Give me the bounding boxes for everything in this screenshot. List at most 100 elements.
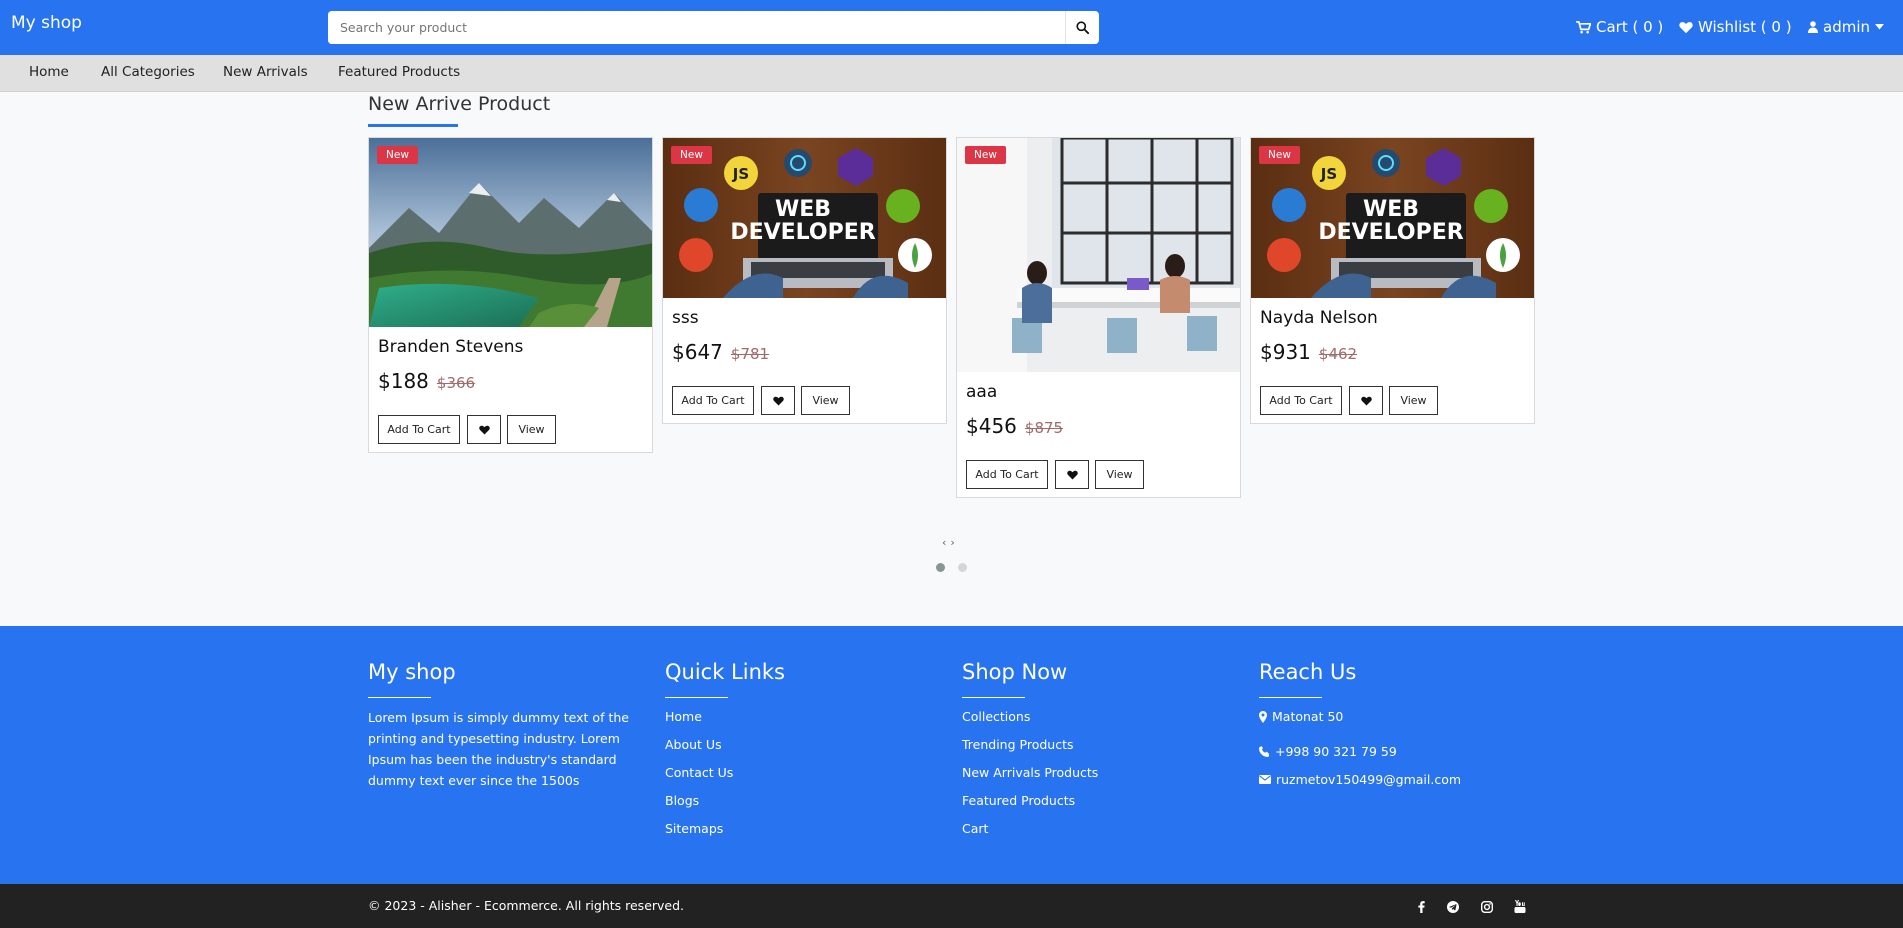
footer-link-trending-products[interactable]: Trending Products — [962, 737, 1074, 752]
wishlist-link[interactable]: Wishlist ( 0 ) — [1679, 18, 1792, 36]
footer-link-sitemaps[interactable]: Sitemaps — [665, 821, 723, 836]
search-icon — [1076, 21, 1089, 34]
section-title: New Arrive Product — [368, 93, 551, 115]
caret-down-icon — [1875, 24, 1884, 30]
product-card: WEB DEVELOPER JS New sss $647 $781 Add To… — [662, 137, 947, 424]
product-card: New Branden Stevens $188 $366 Add To Cart… — [368, 137, 653, 453]
footer-phone-text: +998 90 321 79 59 — [1275, 744, 1397, 759]
banner-text-developer: DEVELOPER — [730, 220, 875, 245]
banner-text-js: JS — [732, 165, 749, 183]
product-name[interactable]: aaa — [966, 382, 997, 402]
facebook-link[interactable] — [1418, 898, 1425, 917]
add-to-cart-button[interactable]: Add To Cart — [966, 460, 1048, 489]
view-button[interactable]: View — [1389, 386, 1438, 415]
banner-text-web: WEB — [775, 197, 831, 222]
nav-all-categories[interactable]: All Categories — [101, 64, 195, 80]
footer-address: Matonat 50 — [1259, 709, 1343, 724]
heart-icon — [478, 425, 490, 434]
cart-link[interactable]: Cart ( 0 ) — [1576, 18, 1663, 36]
map-marker-icon — [1259, 710, 1267, 723]
footer-link-contact-us[interactable]: Contact Us — [665, 765, 733, 780]
youtube-icon — [1514, 900, 1526, 913]
carousel-dot-1[interactable] — [936, 563, 945, 572]
banner-text-js: JS — [1320, 165, 1337, 183]
product-price: $647 $781 — [672, 340, 769, 364]
product-name[interactable]: Nayda Nelson — [1260, 308, 1378, 328]
brand-logo[interactable]: My shop — [11, 13, 82, 33]
footer-divider — [665, 697, 728, 698]
product-name[interactable]: sss — [672, 308, 699, 328]
wishlist-button[interactable] — [467, 415, 501, 444]
heart-icon — [1679, 21, 1693, 33]
new-badge: New — [1259, 146, 1300, 164]
footer-link-about-us[interactable]: About Us — [665, 737, 722, 752]
footer-link-cart[interactable]: Cart — [962, 821, 988, 836]
current-price: $647 — [672, 340, 723, 364]
footer-email[interactable]: ruzmetov150499@gmail.com — [1259, 772, 1461, 787]
telegram-icon — [1447, 901, 1459, 913]
nav-featured-products[interactable]: Featured Products — [338, 64, 460, 80]
facebook-icon — [1418, 901, 1425, 913]
footer-title-reach-us: Reach Us — [1259, 660, 1357, 684]
add-to-cart-button[interactable]: Add To Cart — [672, 386, 754, 415]
heart-icon — [1066, 470, 1078, 479]
footer-link-home[interactable]: Home — [665, 709, 702, 724]
wishlist-button[interactable] — [1055, 460, 1089, 489]
footer-link-new-arrivals-products[interactable]: New Arrivals Products — [962, 765, 1098, 780]
footer-email-text: ruzmetov150499@gmail.com — [1276, 772, 1462, 787]
product-price: $931 $462 — [1260, 340, 1357, 364]
instagram-link[interactable] — [1480, 898, 1494, 917]
product-image[interactable] — [957, 138, 1240, 372]
footer-link-collections[interactable]: Collections — [962, 709, 1030, 724]
footer-divider — [1259, 697, 1322, 698]
envelope-icon — [1259, 775, 1271, 784]
search-bar — [328, 11, 1099, 44]
footer-divider — [962, 697, 1025, 698]
footer-title-shop-now: Shop Now — [962, 660, 1068, 684]
cart-label: Cart ( 0 ) — [1596, 18, 1664, 36]
banner-text-web: WEB — [1363, 197, 1419, 222]
wishlist-button[interactable] — [1349, 386, 1383, 415]
product-price: $456 $875 — [966, 414, 1063, 438]
nav-new-arrivals[interactable]: New Arrivals — [223, 64, 308, 80]
search-input[interactable] — [328, 11, 1065, 44]
cart-icon — [1576, 20, 1591, 33]
heart-icon — [1360, 396, 1372, 405]
bottom-bar: © 2023 - Alisher - Ecommerce. All rights… — [0, 884, 1903, 928]
carousel-dot-2[interactable] — [958, 563, 967, 572]
view-button[interactable]: View — [1095, 460, 1144, 489]
footer-link-featured-products[interactable]: Featured Products — [962, 793, 1075, 808]
carousel-nav: ‹› — [942, 536, 959, 549]
old-price: $462 — [1318, 345, 1358, 363]
carousel-next-button[interactable]: › — [950, 536, 958, 549]
product-name[interactable]: Branden Stevens — [378, 337, 523, 357]
old-price: $781 — [730, 345, 770, 363]
wishlist-button[interactable] — [761, 386, 795, 415]
footer-title-quick-links: Quick Links — [665, 660, 786, 684]
new-badge: New — [965, 146, 1006, 164]
user-label: admin — [1823, 18, 1870, 36]
footer: My shop Lorem Ipsum is simply dummy text… — [0, 626, 1903, 884]
add-to-cart-button[interactable]: Add To Cart — [1260, 386, 1342, 415]
current-price: $931 — [1260, 340, 1311, 364]
copyright-text: © 2023 - Alisher - Ecommerce. All rights… — [368, 898, 685, 913]
footer-link-blogs[interactable]: Blogs — [665, 793, 699, 808]
search-button[interactable] — [1065, 11, 1099, 44]
instagram-icon — [1480, 900, 1494, 914]
top-navbar: My shop Cart ( 0 ) Wishlist ( 0 ) admin — [0, 0, 1903, 55]
current-price: $456 — [966, 414, 1017, 438]
user-menu[interactable]: admin — [1808, 18, 1884, 36]
product-image[interactable] — [369, 138, 652, 327]
telegram-link[interactable] — [1447, 898, 1459, 917]
product-price: $188 $366 — [378, 369, 475, 393]
category-nav: Home All Categories New Arrivals Feature… — [0, 55, 1903, 92]
view-button[interactable]: View — [801, 386, 850, 415]
footer-description: Lorem Ipsum is simply dummy text of the … — [368, 710, 629, 788]
add-to-cart-button[interactable]: Add To Cart — [378, 415, 460, 444]
youtube-link[interactable] — [1514, 898, 1526, 917]
footer-phone[interactable]: +998 90 321 79 59 — [1259, 744, 1397, 759]
view-button[interactable]: View — [507, 415, 556, 444]
heart-icon — [772, 396, 784, 405]
nav-home[interactable]: Home — [29, 64, 69, 80]
current-price: $188 — [378, 369, 429, 393]
